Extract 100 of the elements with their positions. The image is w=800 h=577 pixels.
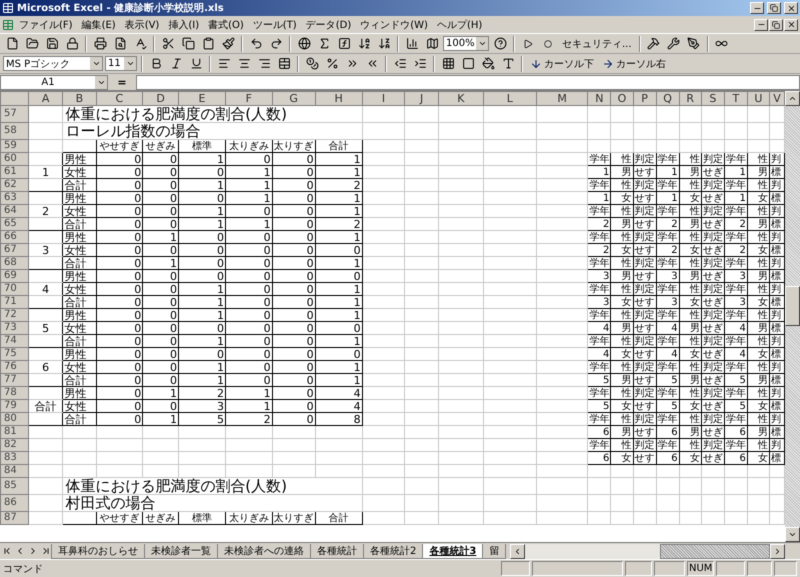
column-letter[interactable]: G — [272, 92, 316, 106]
row-number[interactable]: 75 — [0, 348, 29, 360]
horizontal-scrollbar[interactable] — [510, 544, 785, 558]
column-letter[interactable]: D — [142, 92, 178, 106]
row-number[interactable]: 60 — [0, 152, 29, 166]
column-letter[interactable]: O — [610, 92, 634, 106]
column-letter[interactable]: R — [679, 92, 702, 106]
scroll-right-button[interactable] — [770, 544, 785, 558]
scroll-left-button[interactable] — [510, 544, 526, 558]
column-letter[interactable]: L — [483, 92, 536, 106]
column-letter[interactable]: K — [438, 92, 484, 106]
column-letter[interactable]: N — [588, 92, 611, 106]
row-number[interactable]: 86 — [0, 494, 29, 512]
close-button[interactable] — [784, 2, 798, 14]
row-number[interactable]: 72 — [0, 308, 29, 322]
minimize-button[interactable] — [750, 2, 764, 14]
sheet-tab[interactable]: 未検診者一覧 — [144, 544, 218, 558]
row-number[interactable]: 62 — [0, 178, 29, 192]
row-number[interactable]: 65 — [0, 218, 29, 230]
menu-item[interactable]: ツール(T) — [248, 18, 301, 32]
row-number[interactable]: 83 — [0, 452, 29, 464]
sheet-tab[interactable]: 未検診者への連絡 — [217, 544, 311, 558]
column-letter[interactable]: J — [404, 92, 438, 106]
table-cell: 判定 — [633, 360, 656, 374]
row-number[interactable]: 71 — [0, 296, 29, 308]
table-cell: 0 — [272, 322, 316, 334]
row-number[interactable]: 70 — [0, 282, 29, 296]
column-letter[interactable]: U — [747, 92, 770, 106]
row-number[interactable]: 64 — [0, 204, 29, 218]
restore-button[interactable] — [769, 18, 783, 30]
menu-item[interactable]: 編集(E) — [78, 18, 120, 32]
font-size-field[interactable]: 11 — [105, 56, 137, 71]
row-number[interactable]: 84 — [0, 464, 29, 478]
sheet-tab[interactable]: 各種統計3 — [422, 544, 484, 558]
scroll-up-button[interactable] — [785, 91, 800, 106]
menu-item[interactable]: ヘルプ(H) — [432, 18, 486, 32]
restore-button[interactable] — [767, 2, 781, 14]
sheet-tab[interactable]: 留 — [482, 544, 506, 558]
column-letter[interactable]: V — [770, 92, 784, 106]
table-cell: 学年 — [656, 230, 680, 244]
table-cell: 男性 — [62, 192, 96, 204]
font-field[interactable]: MS Pゴシック — [3, 56, 103, 71]
row-number[interactable]: 74 — [0, 334, 29, 348]
scroll-thumb[interactable] — [660, 544, 770, 558]
row-number[interactable]: 73 — [0, 322, 29, 334]
sheet-tab[interactable]: 各種統計 — [310, 544, 364, 558]
menu-item[interactable]: データ(D) — [302, 18, 356, 32]
row-number[interactable]: 77 — [0, 374, 29, 386]
menu-item[interactable]: 挿入(I) — [164, 18, 204, 32]
table-cell: 学年 — [724, 360, 748, 374]
row-number[interactable]: 57 — [0, 106, 29, 122]
column-letter[interactable]: M — [536, 92, 588, 106]
row-number[interactable]: 67 — [0, 244, 29, 256]
security-button[interactable]: セキュリティ... — [559, 34, 635, 52]
column-letter[interactable]: A — [28, 92, 63, 106]
column-letter[interactable]: Q — [656, 92, 680, 106]
row-number[interactable]: 85 — [0, 478, 29, 494]
sheet-tab[interactable]: 各種統計2 — [363, 544, 424, 558]
column-letter[interactable]: B — [62, 92, 96, 106]
minimize-button[interactable] — [754, 18, 768, 30]
row-number[interactable]: 66 — [0, 230, 29, 244]
row-number[interactable]: 80 — [0, 412, 29, 426]
column-letter[interactable]: C — [96, 92, 143, 106]
table-cell: 0 — [272, 270, 316, 282]
row-number[interactable]: 68 — [0, 256, 29, 270]
zoom-field[interactable]: 100% — [443, 36, 489, 51]
cursor-down-button[interactable]: カーソル下 — [527, 54, 597, 72]
column-letter[interactable]: T — [724, 92, 748, 106]
row-number[interactable]: 81 — [0, 426, 29, 438]
table-cell: 男 — [747, 322, 770, 334]
vertical-scrollbar[interactable] — [785, 91, 800, 542]
status-panel — [774, 561, 797, 576]
row-number[interactable]: 69 — [0, 270, 29, 282]
row-number[interactable]: 79 — [0, 400, 29, 412]
row-number[interactable]: 87 — [0, 512, 29, 524]
row-number[interactable]: 82 — [0, 438, 29, 452]
scroll-down-button[interactable] — [785, 527, 800, 542]
row-number[interactable]: 59 — [0, 140, 29, 152]
name-box[interactable]: A1 — [0, 74, 108, 90]
sheet-tab[interactable]: 耳鼻科のおしらせ — [51, 544, 145, 558]
row-number[interactable]: 76 — [0, 360, 29, 374]
row-number[interactable]: 61 — [0, 166, 29, 178]
column-letter[interactable]: F — [225, 92, 272, 106]
column-letter[interactable]: P — [633, 92, 656, 106]
cursor-right-button[interactable]: カーソル右 — [599, 54, 669, 72]
column-letter[interactable]: E — [178, 92, 226, 106]
column-letter[interactable]: I — [362, 92, 405, 106]
column-letter[interactable]: S — [701, 92, 724, 106]
menu-item[interactable]: ファイル(F) — [15, 18, 77, 32]
table-cell: 0 — [272, 400, 316, 412]
row-number[interactable]: 63 — [0, 192, 29, 204]
formula-field[interactable] — [136, 74, 800, 90]
menu-item[interactable]: ウィンドウ(W) — [356, 18, 432, 32]
table-cell: 標準 — [178, 140, 226, 152]
row-number[interactable]: 78 — [0, 386, 29, 400]
column-letter[interactable]: H — [315, 92, 362, 106]
menu-item[interactable]: 書式(O) — [204, 18, 248, 32]
row-number[interactable]: 58 — [0, 122, 29, 140]
menu-item[interactable]: 表示(V) — [120, 18, 164, 32]
close-button[interactable] — [784, 18, 798, 30]
